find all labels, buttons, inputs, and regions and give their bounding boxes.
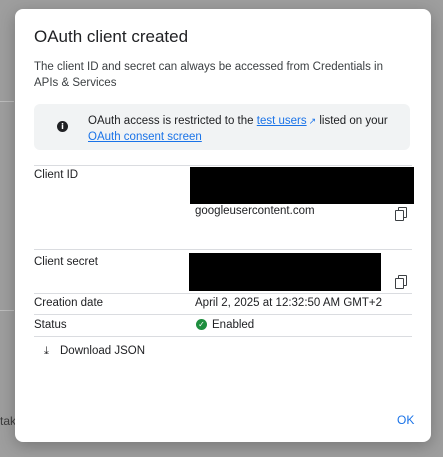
creation-date-value: April 2, 2025 at 12:32:50 AM GMT+2 [195, 297, 382, 309]
info-text-part: listed on your [316, 115, 388, 127]
client-id-label: Client ID [34, 169, 79, 181]
oauth-client-created-dialog: OAuth client created The client ID and s… [15, 9, 431, 442]
info-text: OAuth access is restricted to the test u… [88, 113, 388, 145]
client-id-value: googleusercontent.com [195, 205, 315, 217]
status-label: Status [34, 319, 67, 331]
row-divider [34, 165, 412, 166]
download-label: Download JSON [60, 345, 146, 357]
creation-date-label: Creation date [34, 297, 104, 309]
check-circle-icon: ✓ [196, 319, 207, 330]
row-divider [34, 336, 412, 337]
download-icon: ⤓ [44, 344, 49, 357]
test-users-link[interactable]: test users [257, 115, 307, 127]
copy-icon[interactable] [395, 275, 407, 289]
info-icon: i [57, 121, 68, 132]
client-id-redacted [190, 167, 414, 204]
row-divider [34, 293, 412, 294]
dialog-title: OAuth client created [34, 27, 189, 46]
status-value: Enabled [212, 319, 255, 331]
background-divider [0, 310, 14, 311]
row-divider [34, 249, 412, 250]
copy-icon[interactable] [395, 207, 407, 221]
background-divider [0, 101, 14, 102]
ok-button[interactable]: OK [397, 413, 414, 427]
client-secret-redacted [189, 253, 381, 291]
row-divider [34, 314, 412, 315]
dialog-subtitle: The client ID and secret can always be a… [34, 61, 383, 89]
info-banner: i OAuth access is restricted to the test… [34, 104, 410, 150]
oauth-consent-screen-link[interactable]: OAuth consent screen [88, 131, 202, 143]
client-secret-label: Client secret [34, 256, 98, 268]
background-text: tak [0, 414, 17, 428]
info-text-part: OAuth access is restricted to the [88, 115, 257, 127]
download-json-button[interactable]: ⤓ Download JSON [44, 344, 145, 358]
